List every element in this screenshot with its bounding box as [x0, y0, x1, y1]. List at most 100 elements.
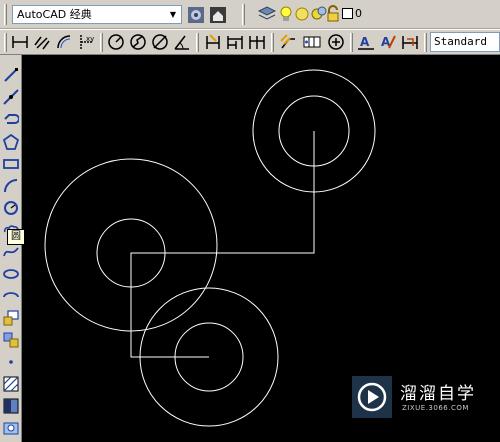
toolbar-separator — [271, 33, 274, 52]
svg-text:A: A — [360, 35, 370, 49]
line-button[interactable] — [0, 64, 22, 86]
arc-length-icon — [57, 35, 71, 49]
hatch-icon — [3, 376, 19, 392]
baseline-dimension-button[interactable] — [225, 32, 245, 52]
watermark: 溜溜自学 ZIXUE.3066.COM — [352, 376, 498, 418]
aligned-dimension-button[interactable] — [32, 32, 52, 52]
dimension-edit-icon: A — [358, 35, 374, 50]
circle-icon — [4, 201, 18, 215]
watermark-title: 溜溜自学 — [400, 384, 476, 404]
lightbulb-icon[interactable] — [278, 5, 294, 23]
insert-block-button[interactable] — [0, 307, 22, 329]
lock-icon[interactable] — [326, 5, 340, 23]
region-button[interactable] — [0, 417, 22, 439]
quick-leader-icon — [280, 34, 295, 49]
gear-icon — [188, 7, 204, 23]
polyline-icon — [4, 114, 19, 124]
spline-icon — [3, 247, 19, 257]
home-icon — [210, 7, 226, 23]
toolbar-grip[interactable] — [4, 4, 7, 25]
polyline-button[interactable] — [0, 108, 22, 130]
angular-dimension-icon — [174, 35, 189, 50]
rectangle-icon — [3, 159, 19, 169]
ellipse-icon — [3, 269, 19, 279]
toolbar-separator — [196, 33, 199, 52]
jogged-dimension-button[interactable] — [128, 32, 148, 52]
drawing-canvas[interactable]: 溜溜自学 ZIXUE.3066.COM — [22, 55, 500, 442]
baseline-dimension-icon — [227, 36, 243, 49]
dimension-update-icon — [402, 36, 418, 49]
gradient-icon — [3, 398, 19, 414]
toolbar-grip[interactable] — [4, 33, 7, 52]
arc-length-button[interactable] — [54, 32, 74, 52]
construction-line-button[interactable] — [0, 86, 22, 108]
continue-dimension-icon — [249, 36, 265, 49]
ellipse-arc-icon — [3, 292, 19, 298]
dimension-toolbar: xy A A — [0, 29, 500, 55]
linear-dimension-icon — [12, 36, 28, 48]
tolerance-icon — [303, 36, 321, 48]
quick-dimension-icon — [206, 34, 220, 49]
dimension-edit-button[interactable]: A — [356, 32, 376, 52]
text-style-value: Standard — [434, 35, 487, 48]
point-icon — [9, 360, 13, 364]
workspace-settings-button[interactable] — [186, 5, 206, 25]
dimension-text-edit-icon: A — [381, 35, 396, 49]
center-mark-button[interactable] — [326, 32, 346, 52]
make-block-button[interactable] — [0, 329, 22, 351]
tolerance-button[interactable] — [302, 32, 322, 52]
ellipse-button[interactable] — [0, 263, 22, 285]
insert-block-icon — [3, 310, 19, 326]
arc-button[interactable] — [0, 175, 22, 197]
toolbar-separator — [350, 33, 353, 52]
construction-line-icon — [3, 89, 19, 105]
connecting-polyline[interactable] — [130, 131, 315, 358]
polygon-button[interactable] — [0, 131, 22, 153]
continue-dimension-button[interactable] — [247, 32, 267, 52]
ellipse-arc-button[interactable] — [0, 285, 22, 307]
workspace-toolbar: AutoCAD 经典 ▼ 0 — [0, 0, 500, 29]
make-block-icon — [3, 332, 19, 348]
workspace-select-value: AutoCAD 经典 — [17, 8, 92, 21]
diameter-dimension-button[interactable] — [150, 32, 170, 52]
watermark-logo — [352, 376, 392, 418]
chevron-down-icon[interactable]: ▼ — [166, 7, 180, 22]
dimension-update-button[interactable] — [400, 32, 420, 52]
gradient-button[interactable] — [0, 395, 22, 417]
save-workspace-button[interactable] — [208, 5, 228, 25]
quick-leader-button[interactable] — [278, 32, 298, 52]
line-icon — [4, 68, 18, 82]
jogged-dimension-icon — [130, 34, 146, 50]
radius-dimension-button[interactable] — [106, 32, 126, 52]
layer-control[interactable]: 0 — [258, 4, 500, 25]
sun-icon[interactable] — [294, 5, 310, 23]
aligned-dimension-icon — [34, 36, 50, 50]
ordinate-dimension-icon: xy — [80, 35, 94, 49]
workspace-select[interactable]: AutoCAD 经典 ▼ — [12, 5, 182, 24]
polygon-icon — [3, 134, 19, 150]
dimension-text-edit-button[interactable]: A — [378, 32, 398, 52]
play-icon — [357, 382, 387, 412]
rectangle-button[interactable] — [0, 153, 22, 175]
toolbar-grip[interactable] — [424, 33, 427, 52]
diameter-dimension-icon — [152, 34, 168, 50]
color-box-icon — [342, 8, 353, 19]
point-button[interactable] — [0, 351, 22, 373]
angular-dimension-button[interactable] — [172, 32, 192, 52]
text-style-select[interactable]: Standard — [430, 32, 500, 52]
circle-button[interactable] — [0, 197, 22, 219]
watermark-url: ZIXUE.3066.COM — [402, 404, 469, 412]
layers-icon — [258, 6, 276, 20]
layer-name: 0 — [355, 7, 362, 20]
toolbar-grip[interactable] — [242, 4, 245, 25]
svg-text:xy: xy — [86, 35, 94, 43]
quick-dimension-button[interactable] — [203, 32, 223, 52]
ordinate-dimension-button[interactable]: xy — [76, 32, 96, 52]
toolbar-separator — [100, 33, 103, 52]
tooltip-circle: 圆 — [7, 229, 25, 245]
radius-dimension-icon — [108, 34, 124, 50]
arc-icon — [4, 179, 18, 193]
linear-dimension-button[interactable] — [10, 32, 30, 52]
hatch-button[interactable] — [0, 373, 22, 395]
center-mark-icon — [328, 34, 344, 50]
